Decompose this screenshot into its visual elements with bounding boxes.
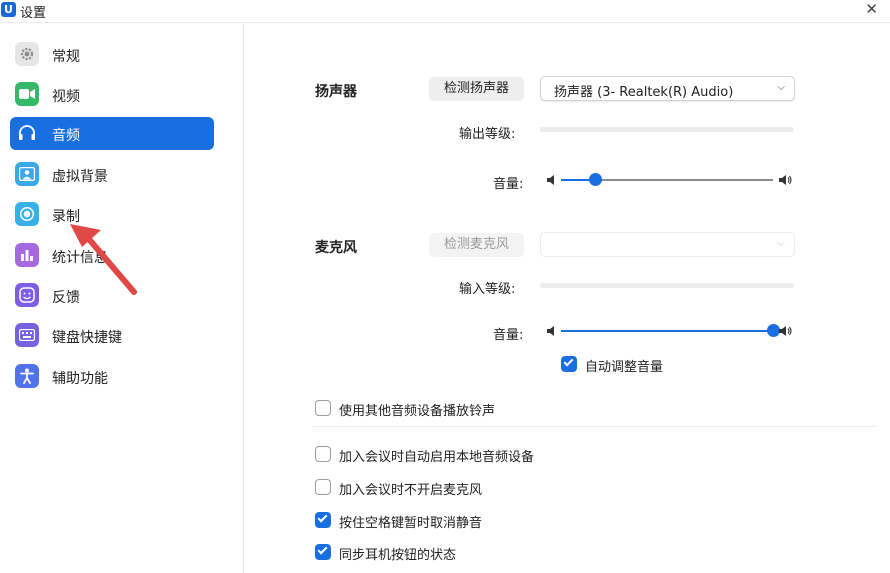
checkmark-icon: [317, 544, 328, 555]
option-label: 按住空格键暂时取消静音: [339, 516, 483, 531]
audio-settings-panel: 扬声器 检测扬声器 扬声器 (3- Realtek(R) Audio) ⌵ 输出…: [245, 22, 890, 573]
microphone-volume-slider[interactable]: [561, 324, 780, 337]
sidebar-item-recording[interactable]: 录制: [10, 198, 214, 231]
title-bar: U 设置 ✕: [0, 0, 890, 22]
sidebar-item-label: 键盘快捷键: [52, 330, 122, 346]
sidebar-item-label: 视频: [52, 89, 80, 105]
volume-low-icon: [547, 326, 554, 336]
sidebar-item-label: 虚拟背景: [52, 169, 108, 185]
input-level-meter: [540, 283, 794, 288]
option-checkbox[interactable]: [315, 512, 331, 528]
sidebar-item-audio[interactable]: 音频: [10, 117, 214, 150]
auto-adjust-volume-checkbox[interactable]: [561, 356, 577, 372]
microphone-volume-label: 音量:: [493, 328, 524, 343]
sidebar-item-label: 录制: [52, 209, 80, 225]
chevron-down-icon: ⌵: [777, 82, 785, 93]
keyboard-icon: [15, 323, 39, 347]
test-speaker-button[interactable]: 检测扬声器: [429, 77, 524, 101]
speaker-device-value: 扬声器 (3- Realtek(R) Audio): [554, 85, 734, 100]
input-level-label: 输入等级:: [459, 282, 516, 297]
volume-high-icon: [779, 326, 792, 336]
sidebar-item-label: 反馈: [52, 290, 80, 306]
speaker-volume-slider[interactable]: [561, 173, 773, 186]
option-checkbox[interactable]: [315, 446, 331, 462]
sidebar-item-statistics[interactable]: 统计信息: [10, 239, 214, 272]
option-checkbox[interactable]: [315, 479, 331, 495]
speaker-device-select[interactable]: 扬声器 (3- Realtek(R) Audio) ⌵: [540, 76, 795, 101]
sidebar-item-label: 统计信息: [52, 250, 108, 266]
speaker-section-label: 扬声器: [315, 84, 357, 100]
sidebar-item-keyboard-shortcuts[interactable]: 键盘快捷键: [10, 319, 214, 352]
feedback-icon: [15, 283, 39, 307]
speaker-volume-label: 音量:: [493, 177, 524, 192]
close-icon[interactable]: ✕: [865, 0, 878, 18]
video-icon: [15, 82, 39, 106]
sidebar-item-label: 常规: [52, 49, 80, 65]
option-label: 加入会议时不开启麦克风: [339, 483, 483, 498]
sidebar-item-label: 音频: [52, 128, 80, 144]
microphone-device-select[interactable]: ⌵: [540, 232, 795, 257]
sidebar-item-general[interactable]: 常规: [10, 38, 214, 71]
option-label: 使用其他音频设备播放铃声: [339, 404, 496, 419]
sidebar-item-video[interactable]: 视频: [10, 78, 214, 111]
accessibility-icon: [15, 364, 39, 388]
virtual-background-icon: [15, 162, 39, 186]
section-divider: [313, 426, 875, 427]
window-title: 设置: [20, 6, 47, 21]
checkmark-icon: [317, 512, 328, 523]
volume-low-icon: [547, 175, 554, 185]
sidebar-item-accessibility[interactable]: 辅助功能: [10, 360, 214, 393]
option-label: 同步耳机按钮的状态: [339, 548, 457, 563]
settings-sidebar: 常规 视频 音频 虚拟背景 录制 统计信息 反馈 键盘快捷键 辅助功能: [0, 22, 244, 573]
chevron-down-icon: ⌵: [777, 238, 785, 249]
sidebar-item-feedback[interactable]: 反馈: [10, 279, 214, 312]
statistics-icon: [15, 243, 39, 267]
gear-icon: [15, 42, 39, 66]
output-level-meter: [540, 127, 794, 132]
microphone-section-label: 麦克风: [315, 240, 357, 256]
test-microphone-button[interactable]: 检测麦克风: [429, 233, 524, 257]
sidebar-item-virtual-background[interactable]: 虚拟背景: [10, 158, 214, 191]
speaker-volume-thumb[interactable]: [589, 173, 602, 186]
auto-adjust-volume-label: 自动调整音量: [585, 360, 664, 375]
record-icon: [15, 202, 39, 226]
option-checkbox[interactable]: [315, 544, 331, 560]
sidebar-item-label: 辅助功能: [52, 371, 108, 387]
option-label: 加入会议时自动启用本地音频设备: [339, 450, 535, 465]
app-logo: U: [1, 2, 16, 17]
volume-high-icon: [779, 175, 792, 185]
headphones-icon: [15, 121, 39, 145]
checkmark-icon: [563, 356, 574, 367]
microphone-volume-fill: [561, 330, 773, 332]
option-checkbox[interactable]: [315, 400, 331, 416]
output-level-label: 输出等级:: [459, 127, 516, 142]
